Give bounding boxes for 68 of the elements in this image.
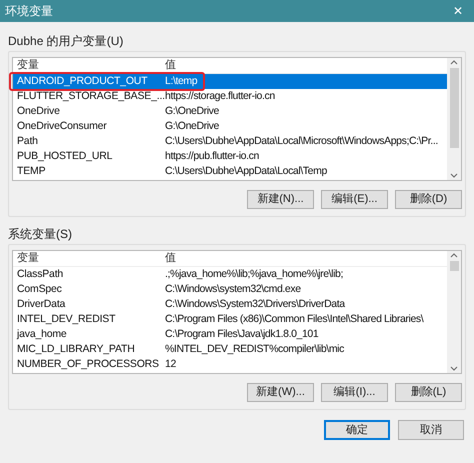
scroll-up-icon[interactable]	[450, 253, 458, 258]
variable-row[interactable]: OneDriveConsumer G:\OneDrive	[13, 119, 447, 134]
variable-name: FLUTTER_STORAGE_BASE_...	[17, 90, 165, 102]
variable-row[interactable]: PUB_HOSTED_URL https://pub.flutter-io.cn	[13, 149, 447, 164]
variable-name: TEMP	[17, 164, 46, 177]
variable-value: G:\OneDrive	[164, 119, 219, 134]
variable-value: C:\Users\Dubhe\AppData\Local\Microsoft\WindowsApps;C:\Pr...	[164, 134, 438, 149]
variable-value: %INTEL_DEV_REDIST%compiler\lib\mic	[164, 342, 344, 357]
variable-value: L:\temp	[164, 74, 198, 89]
variable-value: C:\Users\Dubhe\AppData\Local\Temp	[164, 164, 327, 179]
variable-list[interactable]	[12, 57, 462, 181]
dialog-button[interactable]: 确定	[324, 420, 390, 440]
variable-row[interactable]: ANDROID_PRODUCT_OUT L:\temp	[13, 74, 447, 89]
variable-value: C:\Program Files\Java\jdk1.8.0_101	[164, 327, 318, 342]
variable-row[interactable]: INTEL_DEV_REDIST C:\Program Files (x86)\Common Files\Intel\Shared Libraries\	[13, 312, 447, 327]
variable-name: java_home	[17, 328, 67, 340]
close-button[interactable]: ✕	[447, 2, 469, 20]
dialog-button[interactable]: 编辑(I)...	[321, 383, 388, 402]
variable-name: MIC_LD_LIBRARY_PATH	[17, 342, 135, 355]
variable-name: ClassPath	[17, 268, 64, 280]
window-title: 环境变量	[5, 3, 53, 20]
variable-row[interactable]: TEMP C:\Users\Dubhe\AppData\Local\Temp	[13, 164, 447, 179]
scroll-thumb[interactable]	[450, 68, 458, 148]
variable-name: ANDROID_PRODUCT_OUT	[17, 74, 148, 87]
variable-value: 12	[164, 357, 176, 372]
variable-value: C:\Windows\System32\Drivers\DriverData	[164, 297, 345, 312]
scroll-thumb[interactable]	[450, 261, 458, 271]
variable-row[interactable]: NUMBER_OF_PROCESSORS 12	[13, 357, 447, 372]
scroll-down-icon[interactable]	[450, 366, 458, 371]
dialog-button[interactable]: 取消	[398, 420, 464, 440]
variable-row[interactable]: MIC_LD_LIBRARY_PATH %INTEL_DEV_REDIST%compiler\lib\mic	[13, 342, 447, 357]
variable-name: NUMBER_OF_PROCESSORS	[17, 358, 159, 370]
column-header[interactable]: 变量	[17, 252, 39, 264]
variable-name: OneDriveConsumer	[17, 120, 107, 132]
dialog-button[interactable]: 编辑(E)...	[321, 190, 388, 209]
group-label: Dubhe 的用户变量(U)	[8, 34, 124, 48]
variable-name: PUB_HOSTED_URL	[17, 150, 112, 162]
dialog-button[interactable]: 新建(W)...	[247, 383, 314, 402]
variable-name: ComSpec	[17, 282, 62, 295]
variable-list[interactable]	[12, 250, 462, 374]
scroll-down-icon[interactable]	[450, 173, 458, 178]
variable-name: INTEL_DEV_REDIST	[17, 312, 116, 325]
variable-name: DriverData	[17, 298, 66, 310]
scrollbar[interactable]	[447, 58, 461, 180]
variable-row[interactable]: ClassPath .;%java_home%\lib;%java_home%\jre\lib;	[13, 267, 447, 282]
group-label: 系统变量(S)	[8, 227, 73, 241]
column-header[interactable]: 值	[163, 250, 176, 267]
variable-value: https://storage.flutter-io.cn	[164, 89, 275, 104]
variable-value: G:\OneDrive	[164, 104, 219, 119]
variable-row[interactable]: java_home C:\Program Files\Java\jdk1.8.0_101	[13, 327, 447, 342]
column-header[interactable]: 变量	[17, 59, 39, 72]
variable-name: OneDrive	[17, 104, 60, 117]
dialog-button[interactable]: 新建(N)...	[247, 190, 314, 209]
dialog-button[interactable]: 删除(D)	[395, 190, 462, 209]
variable-value: C:\Program Files (x86)\Common Files\Intel\Shared Libraries\	[164, 312, 424, 327]
variable-row[interactable]: Path C:\Users\Dubhe\AppData\Local\Microsoft\WindowsApps;C:\Pr...	[13, 134, 447, 149]
variable-value: https://pub.flutter-io.cn	[164, 149, 259, 164]
variable-row[interactable]: ComSpec C:\Windows\system32\cmd.exe	[13, 282, 447, 297]
variable-name: Path	[17, 134, 38, 147]
variable-row[interactable]: DriverData C:\Windows\System32\Drivers\DriverData	[13, 297, 447, 312]
variable-row[interactable]: OneDrive G:\OneDrive	[13, 104, 447, 119]
dialog-button[interactable]: 删除(L)	[395, 383, 462, 402]
column-header[interactable]: 值	[163, 57, 176, 74]
scrollbar[interactable]	[447, 251, 461, 373]
variable-value: .;%java_home%\lib;%java_home%\jre\lib;	[164, 267, 343, 282]
scroll-up-icon[interactable]	[450, 60, 458, 65]
variable-row[interactable]: FLUTTER_STORAGE_BASE_...https://storage.flutter-io.cn	[13, 89, 447, 104]
variable-value: C:\Windows\system32\cmd.exe	[164, 282, 301, 297]
